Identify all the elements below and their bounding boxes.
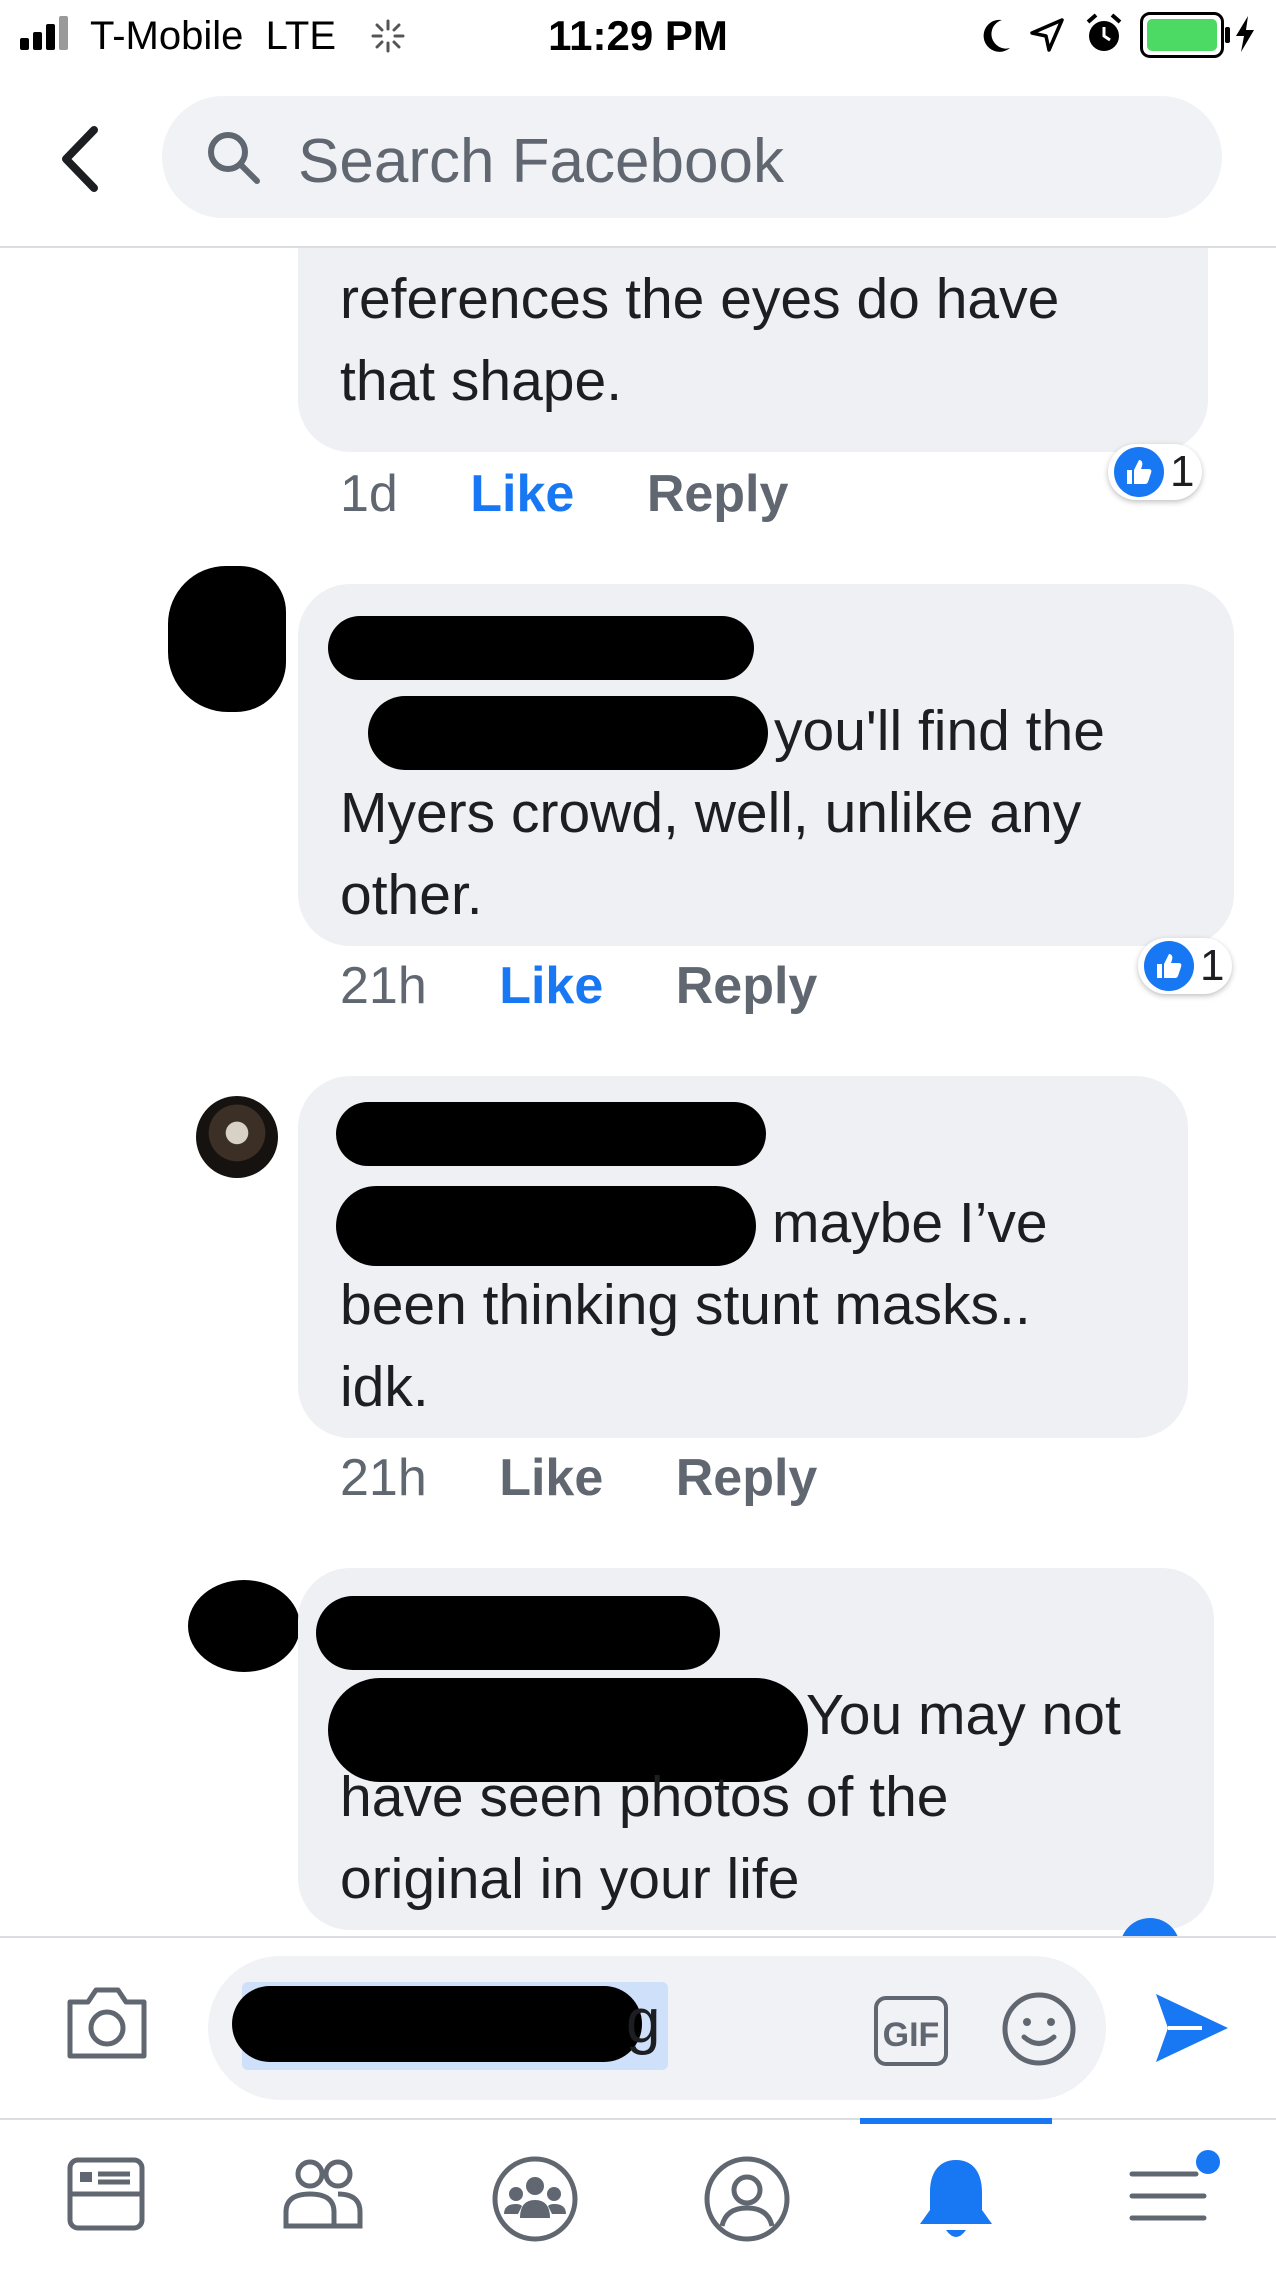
menu-notification-dot xyxy=(1196,2150,1220,2174)
location-arrow-icon xyxy=(1030,18,1064,52)
smiley-icon[interactable] xyxy=(1000,1990,1078,2068)
tab-profile[interactable] xyxy=(636,2120,848,2270)
comment-text-line: idk. xyxy=(340,1355,429,1419)
search-placeholder: Search Facebook xyxy=(298,127,784,196)
comment-bubble: references the eyes do have that shape. xyxy=(298,246,1208,452)
search-header: Search Facebook xyxy=(0,70,1276,248)
thumbs-up-icon xyxy=(1114,447,1164,497)
comment-text-line: references the eyes do have xyxy=(340,267,1060,331)
comment-timestamp: 1d xyxy=(340,465,398,523)
charging-bolt-icon xyxy=(1236,16,1254,52)
comments-feed[interactable]: references the eyes do have that shape. … xyxy=(0,246,1276,1936)
comment-text-line: maybe I’ve xyxy=(772,1191,1048,1255)
redacted-text xyxy=(368,696,768,770)
search-icon xyxy=(208,132,260,184)
like-button[interactable]: Like xyxy=(470,465,574,523)
redacted-name xyxy=(316,1596,720,1670)
friends-icon xyxy=(283,2159,363,2229)
comment-bubble: you'll find the Myers crowd, well, unlik… xyxy=(298,584,1234,946)
chevron-left-icon[interactable] xyxy=(56,124,106,194)
like-button[interactable]: Like xyxy=(499,957,603,1015)
redacted-text xyxy=(336,1186,756,1266)
comment-actions: 21h Like Reply xyxy=(340,1448,817,1508)
comment-input-text: g xyxy=(626,1987,661,2056)
comment-timestamp: 21h xyxy=(340,1449,427,1507)
reaction-count: 1 xyxy=(1200,941,1225,990)
bottom-tab-bar xyxy=(0,2118,1276,2270)
comment-text-line: other. xyxy=(340,863,483,927)
tab-news-feed[interactable] xyxy=(0,2120,212,2270)
comment-text-line: you'll find the xyxy=(774,699,1105,763)
status-bar: T-Mobile LTE 11:29 PM xyxy=(0,0,1276,70)
comment-text-line: have seen photos of the xyxy=(340,1765,949,1829)
comment-timestamp: 21h xyxy=(340,957,427,1015)
comment-text-line: been thinking stunt masks.. xyxy=(340,1273,1031,1337)
avatar[interactable] xyxy=(168,566,286,712)
redacted-name xyxy=(336,1102,766,1166)
avatar[interactable] xyxy=(196,1096,278,1178)
battery-icon xyxy=(1140,12,1230,58)
camera-icon[interactable] xyxy=(64,1982,150,2062)
comment-bubble: You may not have seen photos of the orig… xyxy=(298,1568,1214,1930)
send-arrow-icon[interactable] xyxy=(1152,1988,1232,2068)
reaction-badge[interactable]: 1 xyxy=(1138,938,1233,994)
tab-friends[interactable] xyxy=(212,2120,424,2270)
comment-actions: 21h Like Reply xyxy=(340,956,817,1016)
comment-text-line: You may not xyxy=(806,1683,1121,1747)
reply-button[interactable]: Reply xyxy=(647,465,789,523)
reaction-count: 1 xyxy=(1170,447,1195,496)
thumbs-up-icon xyxy=(1144,941,1194,991)
comment-composer: g GIF xyxy=(0,1936,1276,2120)
tab-groups[interactable] xyxy=(424,2120,636,2270)
comment-input[interactable]: g GIF xyxy=(208,1956,1106,2100)
groups-icon xyxy=(492,2156,578,2242)
tab-notifications[interactable] xyxy=(848,2120,1060,2270)
comment-text-line: original in your life xyxy=(340,1847,800,1911)
avatar[interactable] xyxy=(188,1580,300,1672)
search-input[interactable]: Search Facebook xyxy=(162,96,1222,218)
redacted-input-text xyxy=(232,1986,642,2062)
redacted-name xyxy=(328,616,754,680)
comment-text-line: that shape. xyxy=(340,349,623,413)
comment-text-line: Myers crowd, well, unlike any xyxy=(340,781,1082,845)
like-button[interactable]: Like xyxy=(499,1449,603,1507)
tab-menu[interactable] xyxy=(1060,2120,1272,2270)
news-feed-icon xyxy=(67,2157,145,2231)
profile-icon xyxy=(704,2156,790,2242)
reply-button[interactable]: Reply xyxy=(676,1449,818,1507)
alarm-clock-icon xyxy=(1086,13,1122,51)
comment-bubble: maybe I’ve been thinking stunt masks.. i… xyxy=(298,1076,1188,1438)
gif-icon[interactable]: GIF xyxy=(874,1996,948,2066)
reaction-badge[interactable]: 1 xyxy=(1108,444,1203,500)
comment-actions: 1d Like Reply xyxy=(340,464,788,524)
notifications-bell-icon xyxy=(920,2160,992,2237)
reply-button[interactable]: Reply xyxy=(676,957,818,1015)
moon-icon xyxy=(983,19,1010,52)
